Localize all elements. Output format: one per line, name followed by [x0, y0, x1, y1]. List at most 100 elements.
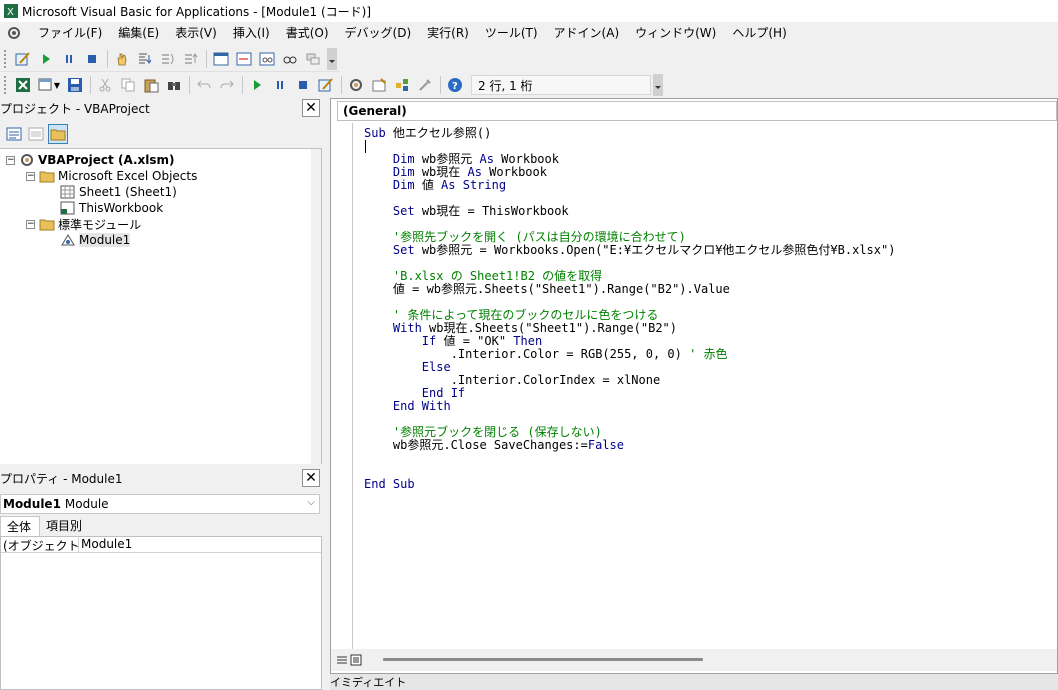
- code-keyword: Dim: [392, 165, 415, 179]
- code-line[interactable]: Sub 他エクセル参照(): [364, 127, 895, 140]
- code-token: wb参照元: [414, 152, 480, 166]
- tab-categorized[interactable]: 項目別: [40, 516, 90, 536]
- toggle-folders-button[interactable]: [48, 124, 68, 144]
- project-tree-scrollbar[interactable]: [311, 149, 321, 465]
- menu-help[interactable]: ヘルプ(H): [724, 22, 794, 44]
- toolbox-button[interactable]: [414, 74, 436, 96]
- reset-button-2[interactable]: [292, 74, 314, 96]
- vertical-splitter[interactable]: [322, 98, 330, 690]
- copy-button[interactable]: [117, 74, 139, 96]
- view-excel-button[interactable]: [12, 74, 34, 96]
- code-line[interactable]: Set wb参照元 = Workbooks.Open("E:¥エクセルマクロ¥他…: [364, 243, 896, 257]
- collapse-icon[interactable]: −: [26, 171, 35, 181]
- find-button[interactable]: [163, 74, 185, 96]
- tab-alphabetic[interactable]: 全体: [0, 515, 41, 537]
- object-combo[interactable]: (General): [337, 101, 1057, 121]
- code-line[interactable]: [364, 452, 895, 465]
- quick-watch-button[interactable]: [279, 48, 301, 70]
- properties-object-select[interactable]: Module1 Module ⌵: [0, 494, 320, 514]
- code-line[interactable]: Dim 値 As String: [364, 179, 895, 192]
- tree-node-thisworkbook[interactable]: ThisWorkbook: [60, 200, 163, 216]
- immediate-window-button[interactable]: [233, 48, 255, 70]
- call-stack-button[interactable]: [302, 48, 324, 70]
- design-mode-button[interactable]: [12, 48, 34, 70]
- paste-button[interactable]: [140, 74, 162, 96]
- watch-window-button[interactable]: [256, 48, 278, 70]
- step-over-button[interactable]: [157, 48, 179, 70]
- project-explorer-button[interactable]: [345, 74, 367, 96]
- code-line[interactable]: Set wb現在 = ThisWorkbook: [364, 205, 895, 218]
- menu-tools[interactable]: ツール(T): [477, 22, 546, 44]
- toolbox-icon: [419, 79, 431, 91]
- code-keyword: False: [587, 438, 624, 452]
- run-button[interactable]: [35, 48, 57, 70]
- view-code-button[interactable]: [4, 124, 24, 144]
- save-icon: [68, 78, 82, 92]
- tree-node-module1[interactable]: Module1: [60, 232, 131, 248]
- design-mode-button-2[interactable]: [315, 74, 337, 96]
- project-explorer-header: プロジェクト - VBAProject ✕: [0, 98, 322, 118]
- menu-insert[interactable]: 挿入(I): [225, 22, 278, 44]
- properties-close-button[interactable]: ✕: [302, 469, 320, 487]
- menu-edit[interactable]: 編集(E): [110, 22, 167, 44]
- property-row[interactable]: (オブジェクト名) Module1: [1, 537, 321, 553]
- reset-button[interactable]: [81, 48, 103, 70]
- break-button-2[interactable]: [269, 74, 291, 96]
- tree-node-excel-objects[interactable]: − Microsoft Excel Objects: [26, 168, 197, 184]
- code-editor[interactable]: Sub 他エクセル参照() Dim wb参照元 As Workbook Dim …: [331, 123, 1057, 649]
- code-line[interactable]: 値 = wb参照元.Sheets("Sheet1").Range("B2").V…: [364, 283, 895, 296]
- toolbar-grip[interactable]: [4, 49, 8, 68]
- break-button[interactable]: [58, 48, 80, 70]
- locals-window-button[interactable]: [210, 48, 232, 70]
- redo-button[interactable]: [216, 74, 238, 96]
- help-button[interactable]: ?: [444, 74, 466, 96]
- menu-run[interactable]: 実行(R): [419, 22, 477, 44]
- code-line[interactable]: wb参照元.Close SaveChanges:=False: [364, 439, 895, 452]
- toolbar-grip[interactable]: [4, 76, 8, 94]
- collapse-icon[interactable]: −: [6, 155, 15, 165]
- code-line[interactable]: End With: [364, 400, 895, 413]
- step-into-button[interactable]: [134, 48, 156, 70]
- collapse-icon[interactable]: −: [26, 219, 35, 229]
- vba-project-icon[interactable]: [6, 25, 22, 41]
- procedure-view-button[interactable]: [335, 653, 349, 667]
- full-module-view-button[interactable]: [349, 653, 363, 667]
- run-sub-button[interactable]: [246, 74, 268, 96]
- code-line[interactable]: End Sub: [364, 478, 895, 491]
- project-explorer-close-button[interactable]: ✕: [302, 99, 320, 117]
- step-out-button[interactable]: [180, 48, 202, 70]
- menu-window[interactable]: ウィンドウ(W): [627, 22, 724, 44]
- code-text[interactable]: Sub 他エクセル参照() Dim wb参照元 As Workbook Dim …: [364, 127, 895, 491]
- code-keyword: Set: [392, 243, 415, 257]
- tree-node-vbaproject[interactable]: − VBAProject (A.xlsm): [6, 152, 175, 168]
- toggle-breakpoint-button[interactable]: [111, 48, 133, 70]
- cut-button[interactable]: [94, 74, 116, 96]
- toolbar-options-button[interactable]: [653, 74, 663, 96]
- properties-window-button[interactable]: [368, 74, 390, 96]
- properties-header: プロパティ - Module1 ✕: [0, 468, 322, 488]
- object-browser-button[interactable]: [391, 74, 413, 96]
- property-value[interactable]: Module1: [79, 537, 132, 552]
- horizontal-scrollbar[interactable]: [383, 658, 703, 661]
- toolbar-options-button[interactable]: [327, 47, 337, 70]
- menu-format[interactable]: 書式(O): [278, 22, 337, 44]
- tree-node-standard-modules[interactable]: − 標準モジュール: [26, 216, 141, 232]
- stop-icon: [299, 81, 307, 89]
- undo-button[interactable]: [193, 74, 215, 96]
- code-margin[interactable]: [331, 123, 353, 649]
- view-object-button[interactable]: [26, 124, 46, 144]
- save-button[interactable]: [64, 74, 86, 96]
- insert-userform-button[interactable]: ▼: [35, 74, 63, 96]
- menu-view[interactable]: 表示(V): [167, 22, 225, 44]
- code-line[interactable]: [364, 465, 895, 478]
- menu-addins[interactable]: アドイン(A): [546, 22, 628, 44]
- watch-window-icon: [259, 52, 275, 65]
- tree-node-sheet1[interactable]: Sheet1 (Sheet1): [60, 184, 177, 200]
- toolbar-separator: [107, 49, 108, 68]
- menu-file[interactable]: ファイル(F): [30, 22, 110, 44]
- call-stack-icon: [306, 53, 320, 64]
- menu-debug[interactable]: デバッグ(D): [337, 22, 420, 44]
